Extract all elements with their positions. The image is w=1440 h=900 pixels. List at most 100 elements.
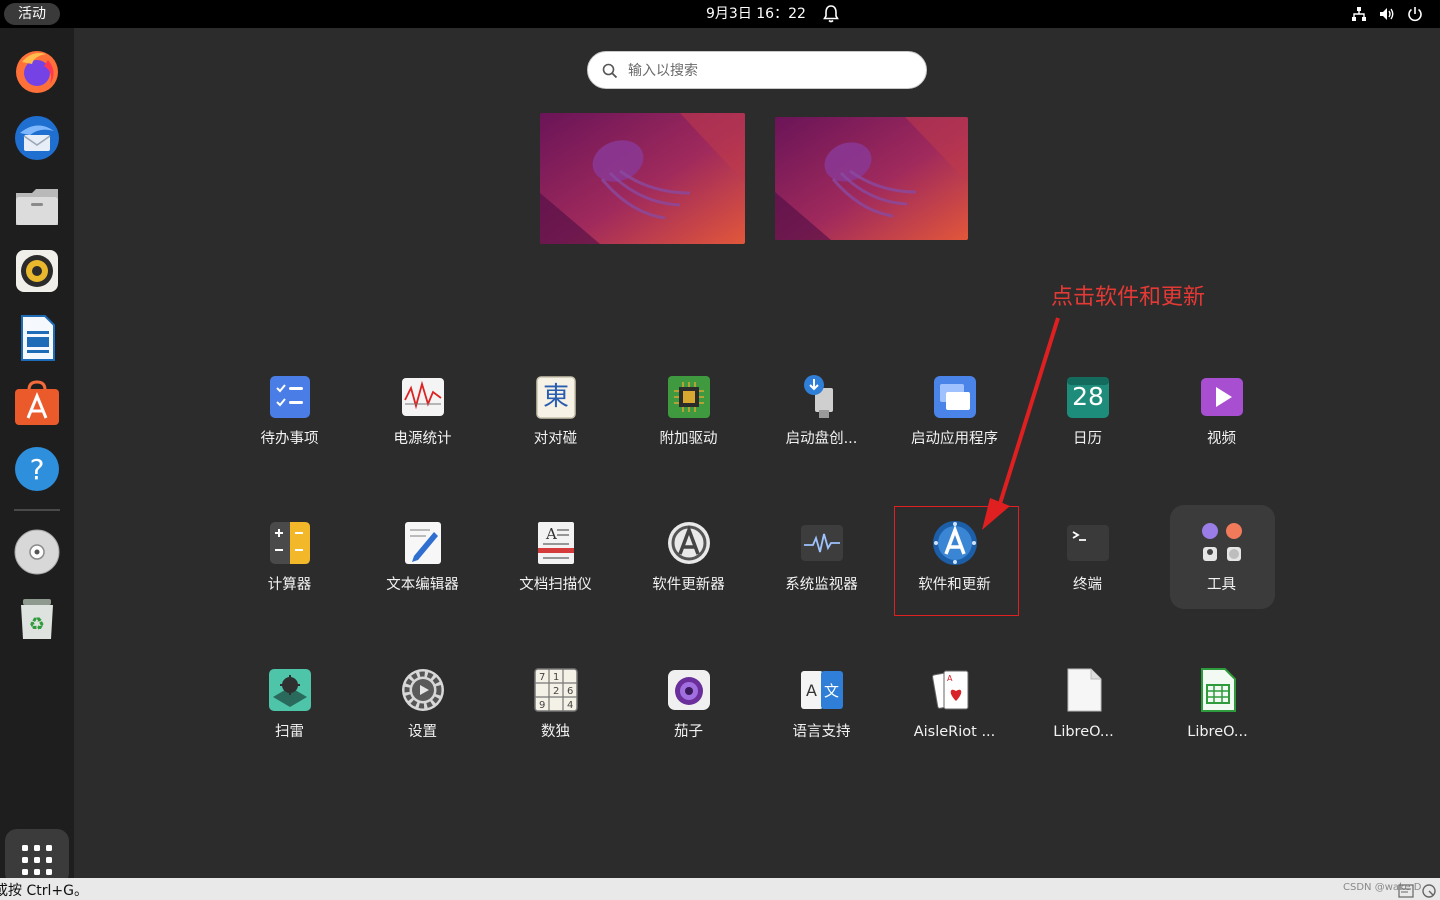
app-label: 软件和更新 — [918, 577, 991, 593]
calendar-day: 28 — [1072, 382, 1104, 411]
app-aisleriot[interactable]: A AisleRiot ... — [892, 659, 1017, 769]
app-videos[interactable]: 视频 — [1159, 366, 1284, 476]
window-icon[interactable] — [1398, 884, 1414, 898]
app-label: 启动盘创... — [785, 431, 858, 447]
app-text-editor[interactable]: 文本编辑器 — [360, 512, 485, 622]
top-bar: 活动 9月3日 16：22 — [0, 0, 1440, 28]
app-settings[interactable]: 设置 — [360, 659, 485, 769]
svg-text:4: 4 — [567, 700, 573, 711]
svg-text:文: 文 — [824, 682, 839, 700]
app-label: 附加驱动 — [659, 431, 718, 447]
bottom-status-bar: 或按 Ctrl+G。 CSDN @wake D — [0, 878, 1440, 900]
language-icon: A 文 — [801, 671, 843, 709]
system-monitor-icon — [801, 525, 843, 561]
svg-text:A: A — [947, 674, 953, 683]
usb-icon — [804, 375, 833, 418]
app-folder-tools[interactable]: 工具 — [1159, 512, 1284, 622]
cards-icon: A — [932, 670, 969, 710]
firefox-icon[interactable] — [12, 46, 62, 96]
text-editor-icon — [405, 522, 441, 564]
app-label: 文档扫描仪 — [519, 577, 592, 593]
workspace-thumbnail-2[interactable] — [775, 117, 968, 240]
bell-icon[interactable] — [822, 4, 840, 24]
app-mines[interactable]: 扫雷 — [227, 659, 352, 769]
app-label: 系统监视器 — [785, 577, 858, 593]
status-text: 或按 Ctrl+G。 — [0, 883, 88, 899]
app-label: 茄子 — [674, 724, 703, 740]
app-startup-applications[interactable]: 启动应用程序 — [892, 366, 1017, 476]
app-center-icon[interactable] — [12, 378, 62, 428]
thunderbird-icon[interactable] — [12, 113, 62, 163]
mahjongg-glyph: 東 — [542, 382, 569, 412]
camera-icon — [668, 670, 710, 710]
rhythmbox-icon[interactable] — [12, 246, 62, 296]
desktop: 活动 9月3日 16：22 ? ♻ 输入以搜索 点击软件和更新 待办事项 电源统… — [0, 0, 1440, 900]
app-mahjongg[interactable]: 東 对对碰 — [493, 366, 618, 476]
app-power-statistics[interactable]: 电源统计 — [360, 366, 485, 476]
app-label: LibreO... — [1187, 724, 1248, 740]
startup-applications-icon — [934, 376, 976, 418]
svg-text:7: 7 — [539, 672, 545, 683]
grid-icon — [22, 845, 52, 875]
clock[interactable]: 9月3日 16：22 — [706, 0, 806, 28]
app-label: 待办事项 — [260, 431, 319, 447]
svg-text:1: 1 — [553, 672, 559, 683]
refresh-icon[interactable] — [1420, 882, 1438, 900]
video-icon — [1201, 378, 1243, 416]
search-icon — [602, 63, 618, 79]
svg-text:A: A — [806, 681, 817, 700]
app-startup-disk-creator[interactable]: 启动盘创... — [759, 366, 884, 476]
software-updater-icon — [668, 522, 710, 564]
app-system-monitor[interactable]: 系统监视器 — [759, 512, 884, 622]
trash-icon[interactable]: ♻ — [12, 593, 62, 643]
scanner-icon: A — [538, 522, 574, 564]
svg-text:?: ? — [30, 453, 45, 486]
dock-separator — [14, 509, 60, 511]
app-software-updater[interactable]: 软件更新器 — [626, 512, 751, 622]
mines-icon — [269, 669, 311, 711]
calculator-icon — [270, 522, 310, 564]
app-software-and-updates[interactable]: 软件和更新 — [892, 512, 1017, 622]
libreoffice-calc-icon — [1201, 668, 1236, 712]
app-label: 终端 — [1073, 577, 1102, 593]
search-input[interactable] — [628, 58, 908, 84]
app-terminal[interactable]: 终端 — [1025, 512, 1150, 622]
libreoffice-document-icon — [1067, 668, 1102, 712]
libreoffice-writer-icon[interactable] — [12, 313, 62, 363]
app-additional-drivers[interactable]: 附加驱动 — [626, 366, 751, 476]
app-label: AisleRiot ... — [913, 724, 996, 740]
app-label: LibreO... — [1053, 724, 1114, 740]
app-label: 启动应用程序 — [911, 431, 998, 447]
power-icon[interactable] — [1406, 5, 1424, 23]
app-cheese[interactable]: 茄子 — [626, 659, 751, 769]
files-icon[interactable] — [12, 181, 62, 231]
app-label: 日历 — [1073, 431, 1102, 447]
show-applications-button[interactable] — [5, 829, 69, 885]
app-label: 软件更新器 — [652, 577, 725, 593]
app-language-support[interactable]: A 文 语言支持 — [759, 659, 884, 769]
app-calendar[interactable]: 28 日历 — [1025, 366, 1150, 476]
app-label: 扫雷 — [275, 724, 304, 740]
sudoku-icon: 7 1 2 6 9 4 — [534, 668, 578, 712]
network-icon[interactable] — [1350, 5, 1368, 23]
disc-icon[interactable] — [12, 527, 62, 577]
app-label: 电源统计 — [393, 431, 452, 447]
app-sudoku[interactable]: 71 26 9 4 数独 — [493, 659, 618, 769]
chip-icon — [668, 376, 710, 418]
volume-icon[interactable] — [1378, 5, 1396, 23]
workspace-thumbnail-1[interactable] — [540, 113, 745, 244]
app-todo[interactable]: 待办事项 — [227, 366, 352, 476]
help-icon[interactable]: ? — [12, 444, 62, 494]
app-label: 文本编辑器 — [386, 577, 459, 593]
svg-text:♻: ♻ — [29, 614, 45, 635]
activities-button[interactable]: 活动 — [4, 3, 60, 25]
app-label: 工具 — [1207, 577, 1236, 593]
app-label: 数独 — [541, 724, 570, 740]
app-libreoffice-1[interactable]: LibreO... — [1021, 659, 1146, 769]
svg-text:A: A — [545, 525, 557, 543]
app-calculator[interactable]: 计算器 — [227, 512, 352, 622]
app-libreoffice-2[interactable]: LibreO... — [1155, 659, 1280, 769]
search-box[interactable] — [587, 51, 927, 89]
app-label: 语言支持 — [792, 724, 851, 740]
app-document-scanner[interactable]: A 文档扫描仪 — [493, 512, 618, 622]
